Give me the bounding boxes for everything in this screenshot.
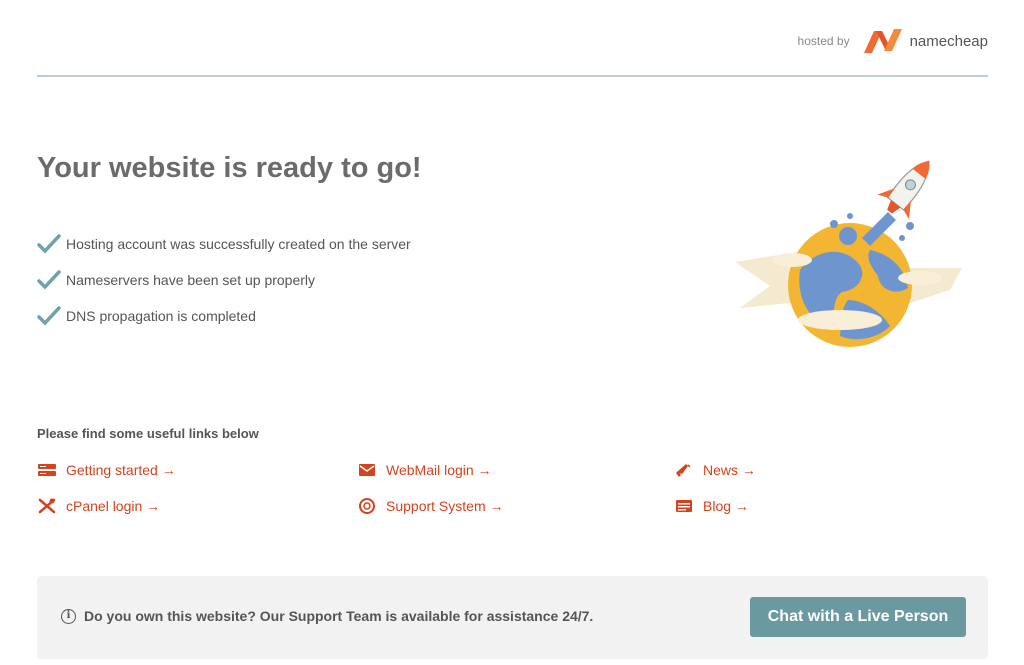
check-icon	[37, 270, 61, 290]
checklist-item: DNS propagation is completed	[37, 298, 411, 334]
useful-links: Getting started → WebMail login → News →…	[37, 452, 988, 532]
check-icon	[37, 234, 61, 254]
lifebuoy-icon	[359, 498, 375, 514]
support-message-text: Do you own this website? Our Support Tea…	[84, 608, 594, 624]
support-system-label: Support System →	[386, 498, 504, 514]
news-link[interactable]: News →	[674, 452, 756, 488]
cpanel-login-link[interactable]: cPanel login →	[37, 488, 160, 524]
checklist-text: Nameservers have been set up properly	[66, 272, 316, 288]
checklist-item: Nameservers have been set up properly	[37, 262, 411, 298]
getting-started-link[interactable]: Getting started →	[37, 452, 176, 488]
namecheap-brand-text: namecheap	[909, 32, 988, 50]
megaphone-icon	[676, 464, 691, 477]
support-system-link[interactable]: Support System →	[357, 488, 504, 524]
status-checklist: Hosting account was successfully created…	[37, 226, 411, 334]
support-footer: i Do you own this website? Our Support T…	[37, 576, 988, 659]
chat-live-person-button[interactable]: Chat with a Live Person	[750, 597, 966, 637]
support-message: i Do you own this website? Our Support T…	[61, 608, 593, 624]
hosted-by-label: hosted by	[797, 34, 850, 48]
server-icon	[38, 464, 56, 476]
checklist-text: Hosting account was successfully created…	[66, 236, 411, 252]
info-icon: i	[61, 608, 76, 624]
mail-icon	[359, 464, 375, 476]
checklist-item: Hosting account was successfully created…	[37, 226, 411, 262]
check-icon	[37, 306, 61, 326]
tools-icon	[38, 498, 56, 514]
blog-label: Blog →	[703, 498, 749, 514]
hosted-by-badge[interactable]: hosted by namecheap	[798, 27, 988, 55]
cpanel-login-label: cPanel login →	[66, 498, 161, 514]
webmail-login-link[interactable]: WebMail login →	[357, 452, 492, 488]
links-heading: Please find some useful links below	[37, 426, 259, 441]
rocket-globe-illustration	[735, 160, 962, 347]
checklist-text: DNS propagation is completed	[66, 308, 256, 324]
namecheap-logo-icon	[863, 29, 902, 53]
webmail-login-label: WebMail login →	[386, 462, 492, 478]
header: hosted by namecheap	[37, 0, 988, 77]
news-label: News →	[703, 462, 756, 478]
blog-icon	[676, 500, 692, 512]
page-title: Your website is ready to go!	[37, 152, 422, 184]
getting-started-label: Getting started →	[66, 462, 176, 478]
blog-link[interactable]: Blog →	[674, 488, 749, 524]
